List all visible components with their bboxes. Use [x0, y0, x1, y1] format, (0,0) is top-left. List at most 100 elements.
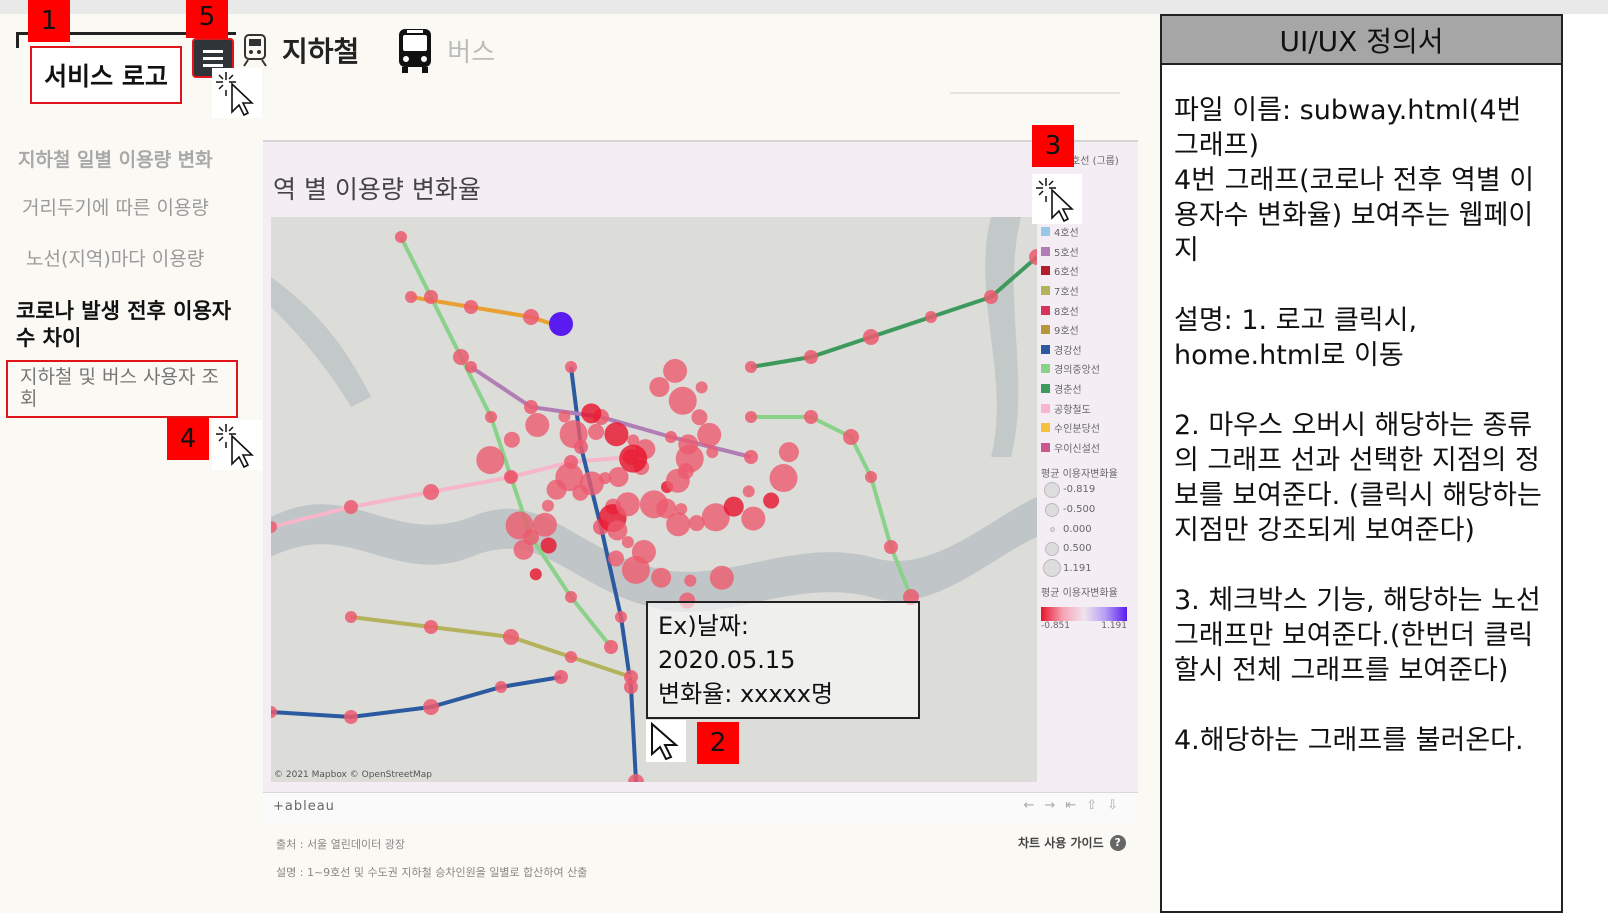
station-marker[interactable] [925, 311, 937, 323]
station-marker[interactable] [423, 699, 439, 715]
legend-item[interactable]: 4호선 [1041, 222, 1136, 242]
station-marker-highlight[interactable] [549, 312, 573, 336]
station-marker[interactable] [495, 681, 507, 693]
station-marker[interactable] [505, 471, 517, 483]
station-marker[interactable] [621, 536, 634, 549]
legend-item[interactable]: 우이신설선 [1041, 438, 1136, 458]
legend-item[interactable]: 6호선 [1041, 261, 1136, 281]
station-marker[interactable] [627, 434, 640, 447]
sidebar-item-line-usage[interactable]: 노선(지역)마다 이용량 [26, 244, 204, 271]
station-marker[interactable] [863, 329, 879, 345]
station-marker[interactable] [804, 410, 818, 424]
station-marker[interactable] [668, 386, 697, 415]
station-marker[interactable] [624, 670, 638, 684]
station-marker[interactable] [524, 400, 538, 414]
station-marker[interactable] [565, 651, 577, 663]
station-marker[interactable] [503, 629, 519, 645]
station-marker[interactable] [843, 429, 859, 445]
station-marker[interactable] [513, 539, 534, 560]
station-marker[interactable] [615, 492, 640, 517]
station-marker[interactable] [572, 484, 589, 501]
station-marker[interactable] [424, 290, 438, 304]
station-marker[interactable] [884, 540, 898, 554]
legend-item[interactable]: 수인분당선 [1041, 418, 1136, 438]
station-marker[interactable] [503, 431, 520, 448]
station-marker[interactable] [984, 290, 998, 304]
station-marker[interactable] [344, 500, 358, 514]
legend-item[interactable]: 공항철도 [1041, 398, 1136, 418]
service-logo[interactable]: 서비스 로고 [30, 46, 182, 104]
station-marker[interactable] [523, 309, 539, 325]
station-marker[interactable] [615, 611, 627, 623]
station-marker[interactable] [697, 422, 722, 447]
station-marker[interactable] [619, 444, 648, 473]
station-marker[interactable] [424, 620, 438, 634]
station-marker[interactable] [540, 537, 557, 554]
station-marker[interactable] [706, 446, 719, 459]
station-marker[interactable] [565, 591, 577, 603]
subway-line[interactable] [350, 615, 632, 679]
sidebar-item-user-lookup[interactable]: 지하철 및 버스 사용자 조회 [6, 360, 238, 418]
station-marker[interactable] [628, 774, 644, 782]
station-marker[interactable] [723, 496, 744, 517]
legend-item[interactable]: 9호선 [1041, 320, 1136, 340]
station-marker[interactable] [546, 479, 567, 500]
station-marker[interactable] [559, 420, 588, 449]
legend-item[interactable]: 경의중앙선 [1041, 359, 1136, 379]
station-marker[interactable] [608, 550, 625, 567]
station-marker[interactable] [665, 431, 677, 443]
station-marker[interactable] [565, 361, 577, 373]
legend-item[interactable]: 경춘선 [1041, 379, 1136, 399]
station-marker[interactable] [464, 300, 478, 314]
station-marker[interactable] [465, 361, 477, 373]
station-marker[interactable] [742, 485, 755, 498]
subway-line[interactable] [271, 675, 562, 720]
station-marker[interactable] [532, 512, 557, 537]
station-marker[interactable] [405, 291, 417, 303]
station-marker[interactable] [649, 376, 670, 397]
legend-item[interactable]: 5호선 [1041, 242, 1136, 262]
station-marker[interactable] [345, 611, 357, 623]
station-marker[interactable] [529, 568, 542, 581]
chart-guide-link[interactable]: 차트 사용 가이드 ? [1018, 834, 1126, 851]
station-marker[interactable] [684, 574, 697, 587]
station-marker[interactable] [804, 350, 818, 364]
station-marker[interactable] [695, 381, 708, 394]
station-marker[interactable] [554, 670, 568, 684]
sidebar-item-distancing-usage[interactable]: 거리두기에 따른 이용량 [22, 193, 209, 220]
station-marker[interactable] [485, 411, 497, 423]
legend-item[interactable]: 경강선 [1041, 340, 1136, 360]
station-marker[interactable] [505, 511, 534, 540]
station-marker[interactable] [453, 349, 469, 365]
station-marker[interactable] [778, 442, 799, 463]
station-marker[interactable] [423, 484, 439, 500]
legend-item[interactable]: 7호선 [1041, 281, 1136, 301]
station-marker[interactable] [395, 231, 407, 243]
station-marker[interactable] [709, 565, 734, 590]
station-marker[interactable] [678, 434, 699, 455]
station-marker[interactable] [745, 361, 757, 373]
station-marker[interactable] [763, 492, 780, 509]
legend-item[interactable]: 8호선 [1041, 300, 1136, 320]
station-marker[interactable] [741, 506, 766, 531]
station-marker[interactable] [865, 471, 877, 483]
station-marker[interactable] [656, 498, 677, 519]
station-marker[interactable] [691, 409, 708, 426]
station-marker[interactable] [344, 710, 358, 724]
station-marker[interactable] [588, 423, 605, 440]
station-marker[interactable] [631, 539, 656, 564]
station-marker[interactable] [675, 503, 688, 516]
station-marker[interactable] [745, 411, 757, 423]
station-marker[interactable] [271, 706, 277, 718]
station-marker[interactable] [525, 413, 550, 438]
toolbar-icons[interactable]: ←→⇤⇧⇩ [1024, 798, 1128, 813]
station-marker[interactable] [604, 422, 629, 447]
station-marker[interactable] [663, 358, 688, 383]
station-marker[interactable] [651, 567, 672, 588]
station-marker[interactable] [541, 499, 554, 512]
nav-bus[interactable]: 버스 [397, 26, 495, 74]
station-marker[interactable] [558, 410, 571, 423]
station-marker[interactable] [476, 446, 505, 475]
sidebar-item-daily-usage[interactable]: 지하철 일별 이용량 변화 [18, 145, 213, 172]
station-marker[interactable] [769, 464, 798, 493]
